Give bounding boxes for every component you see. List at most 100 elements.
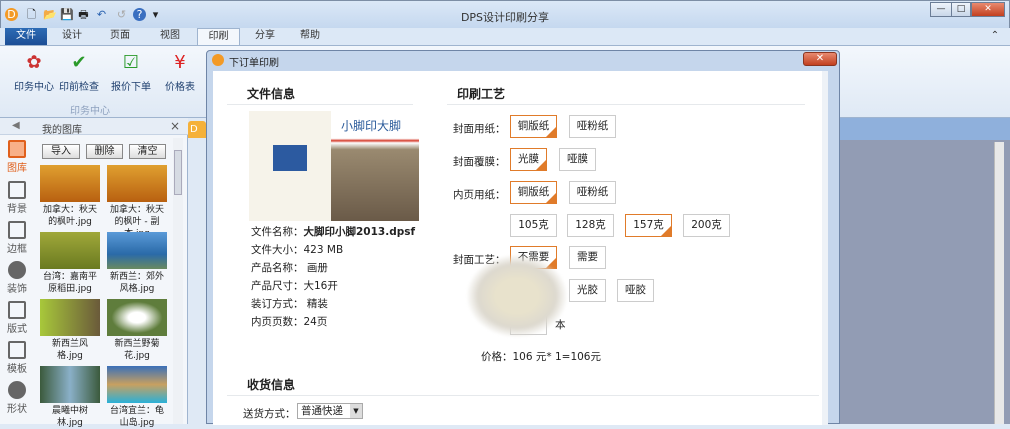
shipping-method-select[interactable]: 普通快递 ▼ [297,403,363,419]
product-name-row: 产品名称： 画册 [251,260,328,275]
print-craft-heading: 印刷工艺 [457,87,506,101]
cover-film-option[interactable]: 光膜 [510,148,547,171]
preflight-check-button[interactable]: ✔ 印前检查 [54,52,104,93]
order-print-dialog: 下订单印刷 ✕ 文件信息 小脚印大脚 文件名称：大脚印小脚2013.dpsf 文… [206,50,840,425]
ribbon-group-label: 印务中心 [70,106,110,117]
cover-front-preview: 小脚印大脚 [331,111,419,221]
document-tab[interactable]: D [188,121,206,138]
category-layout[interactable]: 版式 [4,301,30,335]
inner-paper-label: 内页用纸： [453,189,506,201]
price-text: 价格：106 元* 1=106元 [481,351,601,363]
tab-share[interactable]: 分享 [245,28,285,45]
shipping-heading: 收货信息 [247,378,296,392]
paper-weight-option[interactable]: 105克 [510,214,557,237]
image-thumbnail[interactable]: 加拿大：秋天的枫叶.jpg [40,165,100,228]
cover-paper-label: 封面用纸： [453,123,506,135]
image-thumbnail[interactable]: 加拿大：秋天的枫叶 - 副本.jpg [107,165,167,240]
title-bar: D 🗋 📂 💾 🖶 ↶ ↺ ? ▾ DPS设计印刷分享 — □ ✕ [0,0,1010,28]
collapse-panel-icon[interactable]: ◀ [12,120,20,131]
scrollbar-thumb[interactable] [174,150,182,195]
printer-colors-icon: ✿ [26,52,42,73]
tab-design[interactable]: 设计 [52,28,92,45]
category-template[interactable]: 模板 [4,341,30,375]
template-icon [8,341,26,359]
tab-view[interactable]: 视图 [150,28,190,45]
gallery-panel-header: ◀ 我的图库 × [0,118,188,136]
file-size-value: 423 MB [303,244,344,256]
category-gallery[interactable]: 图库 [4,140,30,174]
category-border[interactable]: 边框 [4,221,30,255]
binding-value: 精装 [303,298,328,310]
workspace-header [840,118,1010,140]
shape-icon [8,381,26,399]
price-list-button[interactable]: ¥ 价格表 [155,52,205,93]
canvas-scrollbar[interactable] [994,142,1004,424]
inner-paper-option[interactable]: 铜版纸 [510,181,557,204]
label: 内页页数： [251,316,304,328]
close-button[interactable]: ✕ [971,2,1005,17]
chevron-down-icon: ▼ [350,404,362,418]
image-thumbnail[interactable]: 晨曦中树林.jpg [40,366,100,429]
cover-film-option[interactable]: 哑膜 [559,148,596,171]
gallery-scrollbar[interactable] [173,138,183,424]
paper-weight-option[interactable]: 157克 [625,214,672,237]
tab-help[interactable]: 帮助 [290,28,330,45]
page-count-value: 24页 [303,316,328,328]
clear-button[interactable]: 清空 [129,144,166,159]
maximize-button[interactable]: □ [951,2,971,17]
category-decoration[interactable]: 装饰 [4,261,30,295]
collapse-ribbon-icon[interactable]: ⌃ [985,28,1005,45]
delete-button[interactable]: 删除 [86,144,123,159]
paper-weight-option[interactable]: 128克 [567,214,614,237]
cover-paper-option[interactable]: 哑粉纸 [569,115,616,138]
cover-back-preview [249,111,331,221]
file-name-row: 文件名称：大脚印小脚2013.dpsf [251,224,415,239]
category-background[interactable]: 背景 [4,181,30,215]
print-center-button[interactable]: ✿ 印务中心 [9,52,59,93]
inner-paper-option[interactable]: 哑粉纸 [569,181,616,204]
divider [227,104,413,105]
border-icon [8,221,26,239]
close-panel-icon[interactable]: × [170,119,180,133]
glue-option[interactable]: 光胶 [569,279,606,302]
dialog-title: 下订单印刷 [229,58,279,69]
gallery-icon [8,140,26,158]
cover-process-option[interactable]: 需要 [569,246,606,269]
redacted-area [467,255,567,337]
minimize-button[interactable]: — [930,2,952,17]
page-count-row: 内页页数：24页 [251,314,327,329]
label: 产品名称： [251,262,304,274]
dialog-scrollbar[interactable] [822,71,828,425]
category-shape[interactable]: 形状 [4,381,30,415]
background-icon [8,181,26,199]
canvas-area[interactable] [840,140,1010,424]
checklist-icon: ✔ [71,52,87,73]
image-thumbnail[interactable]: 新西兰野菊花.jpg [107,299,167,362]
cover-paper-option[interactable]: 铜版纸 [510,115,557,138]
dialog-close-button[interactable]: ✕ [803,52,837,66]
quote-order-button[interactable]: ☑ 报价下单 [106,52,156,93]
ribbon-tabs: 文件 设计 页面 视图 印刷 分享 帮助 ⌃ [0,28,1010,45]
file-size-row: 文件大小：423 MB [251,242,343,257]
image-thumbnail[interactable]: 台湾宜兰：龟山岛.jpg [107,366,167,429]
gallery-panel: ◀ 我的图库 × 图库 背景 边框 装饰 版式 模板 形状 导入 删除 清空 加… [0,118,188,428]
label: 装订方式： [251,298,304,310]
paper-weight-option[interactable]: 200克 [683,214,730,237]
grid-icon [8,301,26,319]
product-size-value: 大16开 [303,280,338,292]
image-thumbnail[interactable]: 新西兰：郊外风格.jpg [107,232,167,295]
file-name-value: 大脚印小脚2013.dpsf [303,226,416,238]
product-name-value: 画册 [303,262,328,274]
product-size-row: 产品尺寸：大16开 [251,278,338,293]
file-info-heading: 文件信息 [247,87,296,101]
tab-page[interactable]: 页面 [100,28,140,45]
image-thumbnail[interactable]: 新西兰风格.jpg [40,299,100,362]
tab-file[interactable]: 文件 [5,28,47,45]
shipping-method-value: 普通快递 [301,405,343,417]
divider [227,395,819,396]
label: 产品尺寸： [251,280,304,292]
import-button[interactable]: 导入 [42,144,80,159]
glue-option[interactable]: 哑胶 [617,279,654,302]
tab-print[interactable]: 印刷 [197,28,240,45]
image-thumbnail[interactable]: 台湾：嘉南平原稻田.jpg [40,232,100,295]
